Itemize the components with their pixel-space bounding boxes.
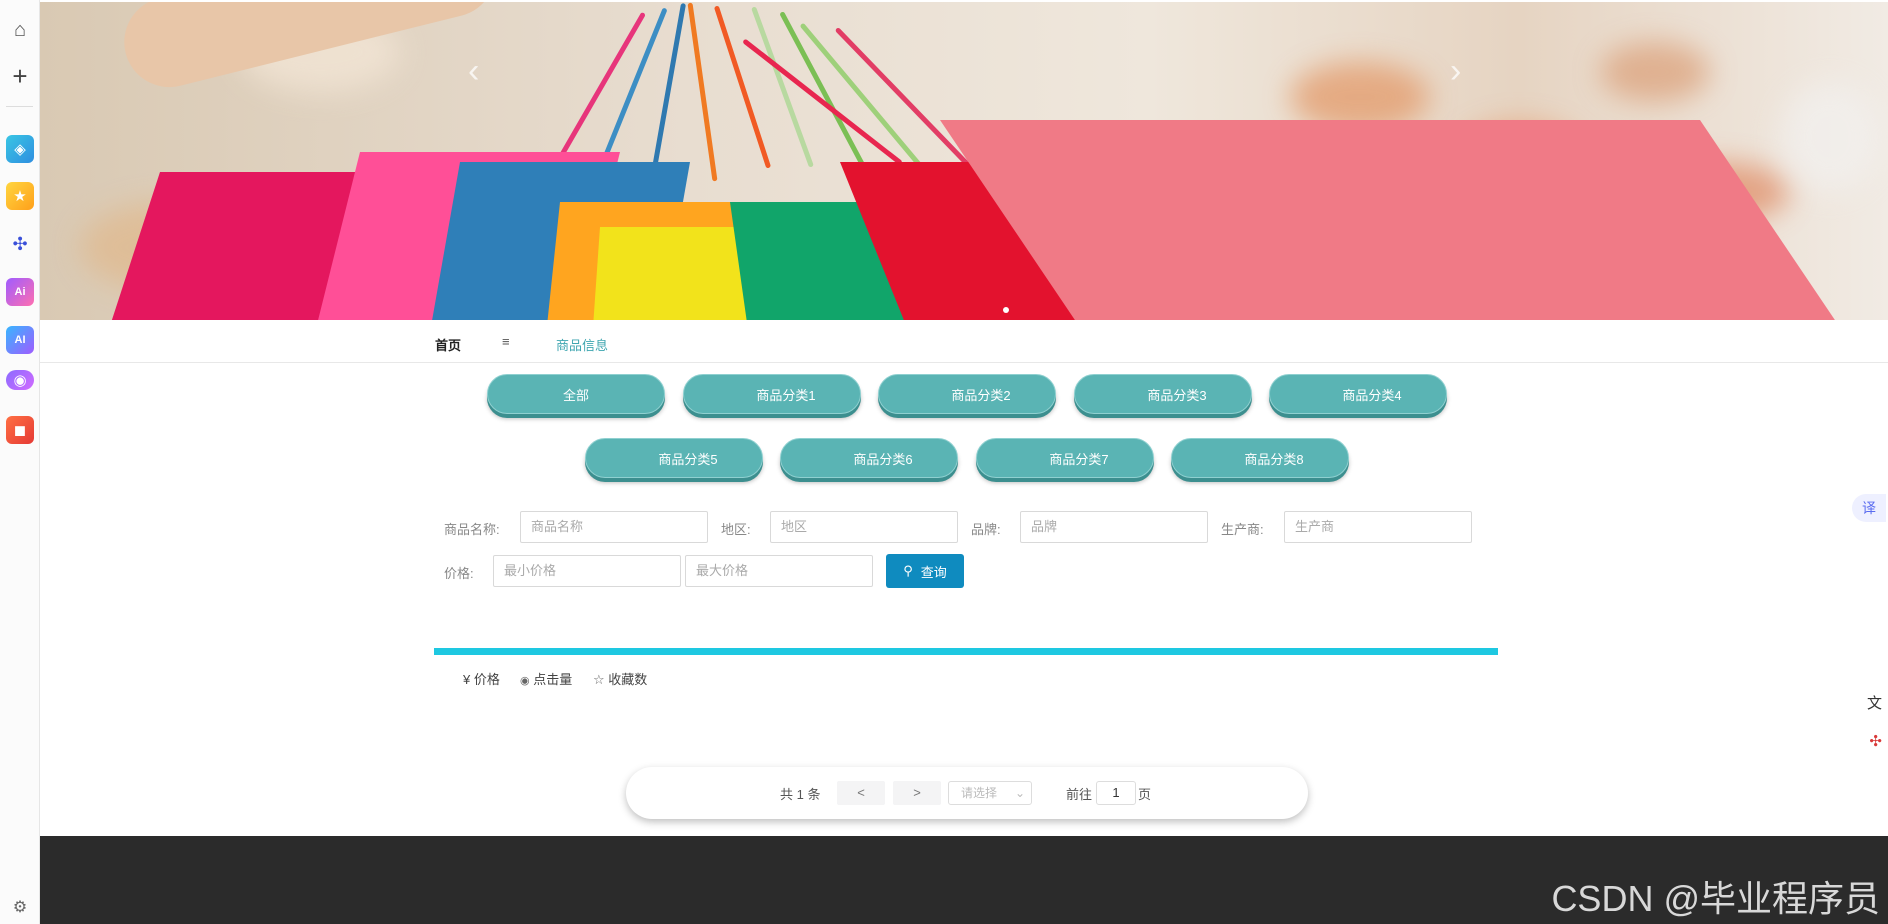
bag-handle: [742, 38, 903, 166]
ai-icon-1[interactable]: Ai: [6, 278, 34, 306]
carousel-prev-arrow[interactable]: ‹: [468, 52, 479, 91]
page-size-select[interactable]: 请选择 ⌄: [948, 781, 1032, 805]
bag-handle: [687, 2, 718, 182]
prev-page-button[interactable]: <: [837, 781, 885, 805]
language-icon[interactable]: 文: [1867, 692, 1882, 713]
category-6[interactable]: 商品分类6: [780, 438, 958, 478]
chat-icon[interactable]: ◉: [6, 370, 34, 390]
category-7[interactable]: 商品分类7: [976, 438, 1154, 478]
eye-icon: ◉: [520, 675, 530, 687]
plus-icon[interactable]: +: [6, 61, 34, 91]
star-outline-icon: ☆: [593, 672, 605, 687]
gear-icon[interactable]: ⚙: [6, 893, 34, 921]
brand-input[interactable]: 品牌: [1020, 511, 1208, 543]
app-icon-1[interactable]: ◈: [6, 135, 34, 163]
bag-coral: [940, 120, 1849, 320]
region-input[interactable]: 地区: [770, 511, 958, 543]
sort-clicks[interactable]: ◉ 点击量: [520, 669, 572, 688]
sort-clicks-label: 点击量: [533, 672, 573, 687]
breadcrumb-separator: ≡: [502, 334, 510, 349]
category-2[interactable]: 商品分类2: [878, 374, 1056, 414]
sort-favorites[interactable]: ☆ 收藏数: [593, 669, 647, 688]
browser-sidebar: ⌂ + ◈ ★ ✣ Ai AI ◉ ◼ ⚙: [0, 0, 40, 924]
min-price-input[interactable]: 最小价格: [493, 555, 681, 587]
goto-page-input[interactable]: 1: [1096, 781, 1136, 805]
breadcrumb-current[interactable]: 商品信息: [556, 335, 608, 354]
search-icon: ⚲: [903, 563, 913, 578]
watermark: CSDN @毕业程序员: [1551, 878, 1880, 919]
game-icon[interactable]: ◼: [6, 416, 34, 444]
pagination-total: 共 1 条: [780, 787, 821, 802]
banner-carousel: ‹ ›: [40, 2, 1888, 320]
star-icon[interactable]: ★: [6, 182, 34, 210]
breadcrumb-home[interactable]: 首页: [435, 335, 461, 354]
max-price-input[interactable]: 最大价格: [685, 555, 873, 587]
home-icon[interactable]: ⌂: [6, 16, 34, 44]
query-button-label: 查询: [920, 564, 947, 580]
category-4[interactable]: 商品分类4: [1269, 374, 1447, 414]
category-8[interactable]: 商品分类8: [1171, 438, 1349, 478]
bg-blur: [1780, 82, 1880, 192]
category-1[interactable]: 商品分类1: [683, 374, 861, 414]
sidebar-divider: [6, 106, 33, 107]
bg-blur: [1600, 42, 1710, 102]
name-input[interactable]: 商品名称: [520, 511, 708, 543]
goto-label: 前往: [1066, 787, 1093, 802]
pagination: 共 1 条 < > 请选择 ⌄ 前往 1 页: [626, 767, 1308, 819]
list-divider-bar: [434, 648, 1498, 655]
category-all[interactable]: 全部: [487, 374, 665, 414]
breadcrumb: 首页 ≡ 商品信息: [40, 320, 1888, 363]
carousel-next-arrow[interactable]: ›: [1450, 52, 1461, 91]
chevron-down-icon: ⌄: [1014, 786, 1025, 800]
page-size-placeholder: 请选择: [961, 786, 998, 800]
region-label: 地区:: [721, 522, 751, 537]
carousel-indicator[interactable]: [1003, 307, 1009, 313]
query-button[interactable]: ⚲ 查询: [886, 554, 964, 588]
network-icon[interactable]: ✣: [6, 230, 34, 258]
sort-favorites-label: 收藏数: [608, 672, 648, 687]
translate-icon[interactable]: 译: [1852, 494, 1886, 522]
maker-label: 生产商:: [1221, 522, 1264, 537]
price-label: 价格:: [444, 566, 474, 581]
ai-icon-2[interactable]: AI: [6, 326, 34, 354]
page-suffix: 页: [1138, 787, 1152, 802]
category-3[interactable]: 商品分类3: [1074, 374, 1252, 414]
next-page-button[interactable]: >: [893, 781, 941, 805]
sort-price[interactable]: ¥ 价格: [463, 669, 500, 688]
category-5[interactable]: 商品分类5: [585, 438, 763, 478]
maker-input[interactable]: 生产商: [1284, 511, 1472, 543]
brand-label: 品牌:: [971, 522, 1001, 537]
name-label: 商品名称:: [444, 522, 500, 537]
network-tool-icon[interactable]: ✣: [1869, 732, 1882, 750]
